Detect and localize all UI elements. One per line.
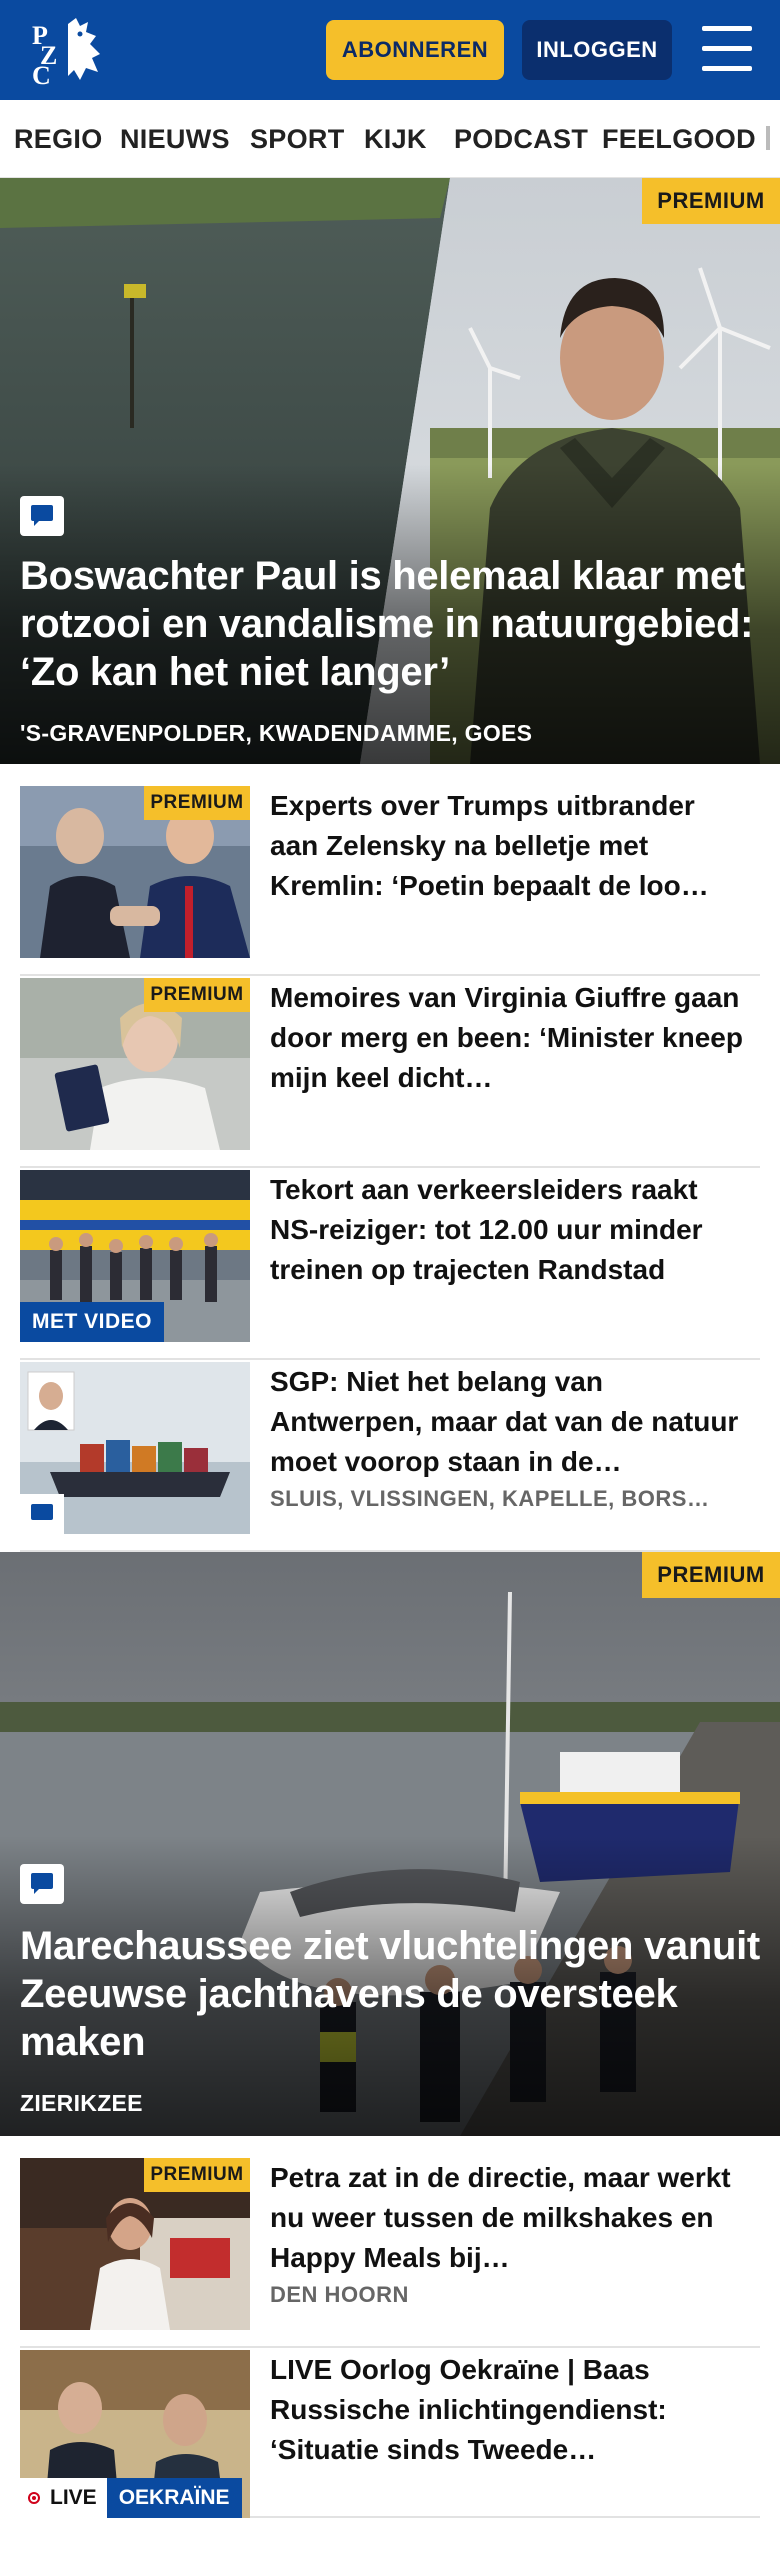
article-location: DEN HOORN (270, 2282, 409, 2307)
article-title[interactable]: Tekort aan verkeersleiders raakt NS-reiz… (270, 1170, 750, 1292)
hero-article-boswachter[interactable]: PREMIUM Boswachter Paul is helemaal klaa… (0, 178, 780, 764)
article-title[interactable]: Experts over Trumps uitbrander aan Zelen… (270, 786, 750, 908)
svg-text:C: C (32, 61, 51, 86)
nav-item-regio[interactable]: REGIO (14, 124, 103, 155)
live-badge: LIVE OEKRAÏNE (20, 2478, 242, 2518)
hamburger-icon[interactable] (700, 24, 754, 76)
hero-location: ZIERIKZEE (20, 2090, 143, 2116)
article-title[interactable]: Petra zat in de directie, maar werkt nu … (270, 2158, 750, 2280)
premium-badge: PREMIUM (144, 2158, 250, 2192)
subscribe-button[interactable]: ABONNEREN (326, 20, 504, 80)
nav-overflow-indicator (766, 126, 770, 150)
list-item[interactable]: SGP: Niet het belang van Antwerpen, maar… (20, 1362, 760, 1552)
comment-icon (20, 496, 64, 536)
list-item[interactable]: PREMIUM Petra zat in de directie, maar w… (20, 2158, 760, 2348)
article-location: SLUIS, VLISSINGEN, KAPELLE, BORS… (270, 1486, 710, 1511)
pzc-logo[interactable]: P Z C (28, 14, 112, 86)
hero-title[interactable]: Boswachter Paul is helemaal klaar met ro… (20, 552, 765, 696)
article-title[interactable]: Memoires van Virginia Giuffre gaan door … (270, 978, 750, 1100)
premium-badge: PREMIUM (144, 786, 250, 820)
nav-item-sport[interactable]: SPORT (250, 124, 345, 155)
live-topic: OEKRAÏNE (106, 2478, 242, 2518)
hero-location: 'S-GRAVENPOLDER, KWADENDAMME, GOES (20, 720, 533, 746)
list-item[interactable]: MET VIDEO Tekort aan verkeersleiders raa… (20, 1170, 760, 1360)
hero-article-marechaussee[interactable]: PREMIUM Marechaussee ziet vluchtelingen … (0, 1552, 780, 2136)
comment-icon (20, 1494, 64, 1534)
list-item[interactable]: LIVE OEKRAÏNE LIVE Oorlog Oekraïne | Baa… (20, 2350, 760, 2518)
live-dot-icon (28, 2492, 40, 2504)
nav-item-kijk[interactable]: KIJK (364, 124, 427, 155)
site-header: P Z C ABONNEREN INLOGGEN (0, 0, 780, 100)
list-item[interactable]: PREMIUM Memoires van Virginia Giuffre ga… (20, 978, 760, 1168)
nav-item-nieuws[interactable]: NIEUWS (120, 124, 230, 155)
premium-badge: PREMIUM (144, 978, 250, 1012)
login-button[interactable]: INLOGGEN (522, 20, 672, 80)
article-title[interactable]: LIVE Oorlog Oekraïne | Baas Russische in… (270, 2350, 750, 2472)
section-nav: REGIO NIEUWS SPORT KIJK PODCAST FEELGOOD (0, 100, 780, 178)
nav-item-feelgood[interactable]: FEELGOOD (602, 124, 756, 155)
comment-icon (20, 1864, 64, 1904)
premium-badge: PREMIUM (642, 1552, 780, 1598)
list-item[interactable]: PREMIUM Experts over Trumps uitbrander a… (20, 786, 760, 976)
premium-badge: PREMIUM (642, 178, 780, 224)
live-label: LIVE (50, 2486, 97, 2509)
nav-item-podcast[interactable]: PODCAST (454, 124, 588, 155)
video-badge: MET VIDEO (20, 1302, 165, 1342)
article-title[interactable]: SGP: Niet het belang van Antwerpen, maar… (270, 1362, 750, 1484)
hero-title[interactable]: Marechaussee ziet vluchtelingen vanuit Z… (20, 1922, 765, 2066)
